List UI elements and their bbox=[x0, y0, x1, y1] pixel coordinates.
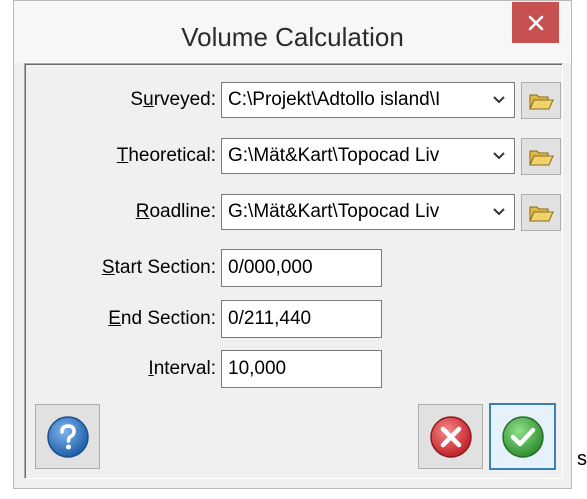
close-button[interactable] bbox=[512, 2, 559, 43]
cancel-button[interactable] bbox=[418, 404, 483, 469]
surveyed-label: Surveyed: bbox=[130, 89, 216, 110]
roadline-value: G:\Mät&Kart\Topocad Liv bbox=[228, 201, 440, 222]
chevron-down-icon[interactable] bbox=[484, 139, 514, 173]
start-section-label: Start Section: bbox=[101, 257, 216, 278]
theoretical-label: Theoretical: bbox=[116, 145, 216, 166]
background-partial-text: s bbox=[577, 448, 587, 470]
surveyed-browse-button[interactable] bbox=[521, 82, 561, 119]
end-section-input[interactable]: 0/211,440 bbox=[221, 300, 382, 338]
chevron-down-icon[interactable] bbox=[484, 195, 514, 229]
close-icon bbox=[528, 15, 543, 30]
surveyed-value: C:\Projekt\Adtollo island\I bbox=[228, 89, 441, 110]
interval-input[interactable]: 10,000 bbox=[221, 350, 382, 388]
surveyed-combo[interactable]: C:\Projekt\Adtollo island\I bbox=[221, 82, 515, 118]
help-button[interactable] bbox=[35, 404, 100, 469]
end-section-label: End Section: bbox=[108, 308, 216, 329]
roadline-browse-button[interactable] bbox=[521, 194, 561, 231]
theoretical-browse-button[interactable] bbox=[521, 138, 561, 175]
folder-open-icon bbox=[529, 150, 554, 165]
roadline-label: Roadline: bbox=[135, 201, 216, 222]
ok-button[interactable] bbox=[489, 403, 556, 470]
cancel-icon bbox=[429, 415, 472, 458]
roadline-combo[interactable]: G:\Mät&Kart\Topocad Liv bbox=[221, 194, 515, 230]
folder-open-icon bbox=[529, 94, 554, 109]
ok-check-icon bbox=[501, 415, 544, 458]
dialog-title: Volume Calculation bbox=[181, 22, 404, 52]
volume-calculation-dialog: Volume Calculation Surveyed: C:\Projekt\… bbox=[13, 0, 572, 489]
form-panel: Surveyed: C:\Projekt\Adtollo island\I Th… bbox=[24, 63, 563, 479]
theoretical-value: G:\Mät&Kart\Topocad Liv bbox=[228, 145, 440, 166]
interval-label: Interval: bbox=[148, 358, 216, 379]
start-section-input[interactable]: 0/000,000 bbox=[221, 249, 382, 287]
title-bar: Volume Calculation bbox=[14, 1, 571, 63]
folder-open-icon bbox=[529, 206, 554, 221]
help-icon bbox=[46, 415, 89, 458]
theoretical-combo[interactable]: G:\Mät&Kart\Topocad Liv bbox=[221, 138, 515, 174]
chevron-down-icon[interactable] bbox=[484, 83, 514, 117]
